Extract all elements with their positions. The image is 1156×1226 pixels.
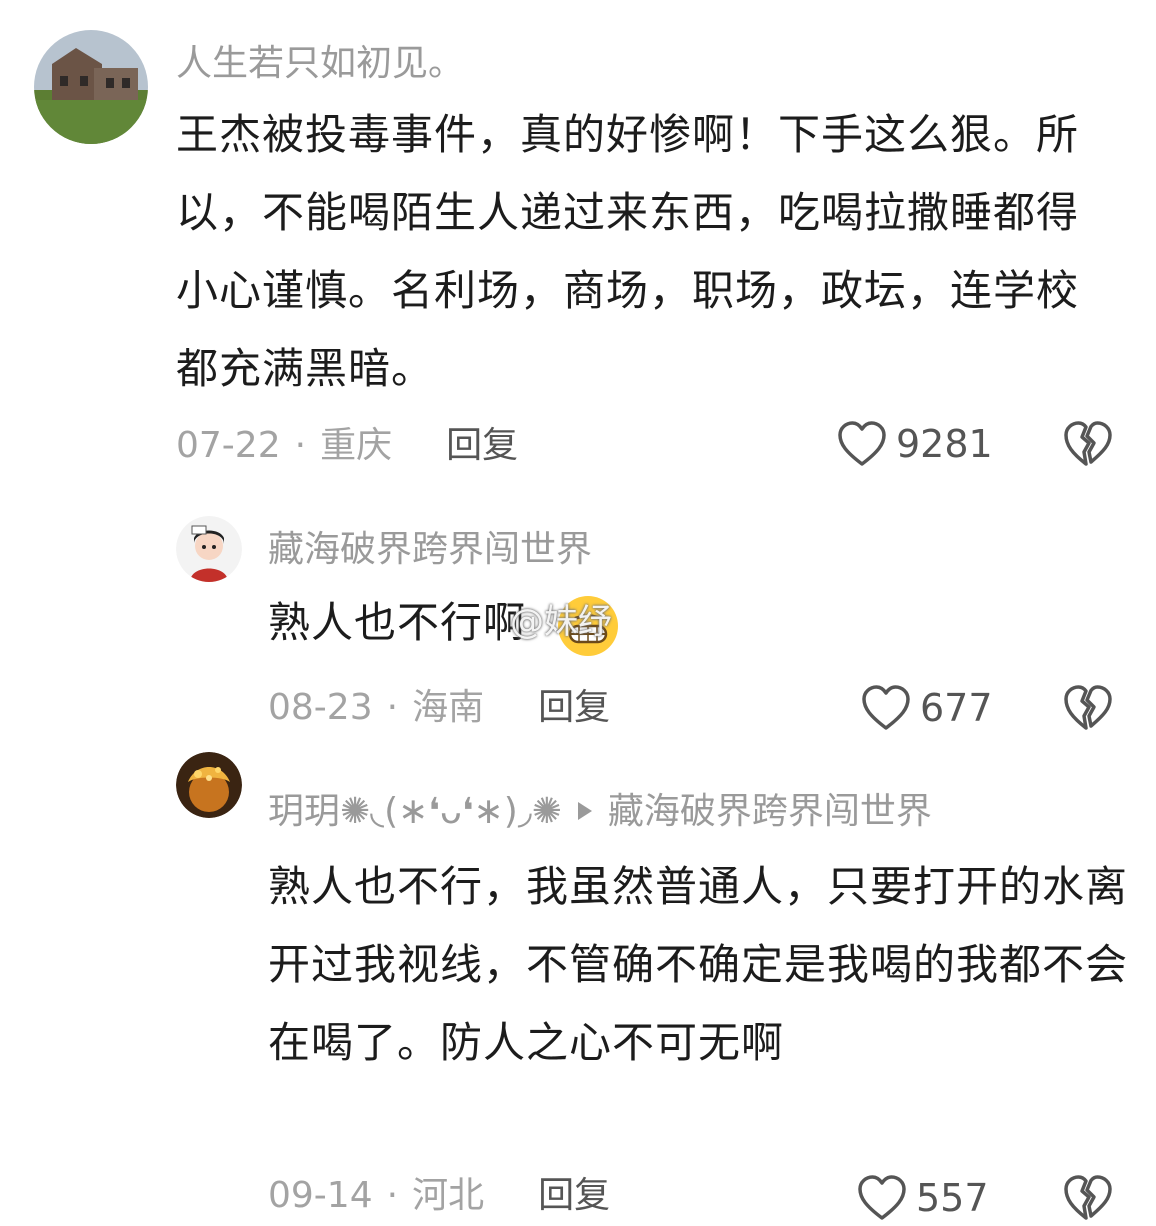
like-button[interactable]: 9281 <box>836 420 993 468</box>
comment-date: 09-14 <box>268 1175 373 1216</box>
username-line: 玥玥✺◟(∗❛ᴗ❛∗)◞✺ 藏海破界跨界闯世界 <box>268 790 932 834</box>
username[interactable]: 人生若只如初见。 <box>176 42 464 86</box>
broken-heart-icon <box>1064 421 1112 466</box>
watermark: @妹纾 <box>510 602 612 642</box>
triangle-right-icon <box>577 802 592 820</box>
like-count: 677 <box>920 686 993 730</box>
avatar[interactable] <box>176 752 242 818</box>
separator: · <box>386 687 399 728</box>
comment-location: 河北 <box>412 1175 485 1216</box>
separator: · <box>294 425 307 466</box>
comment-text: 熟人也不行，我虽然普通人，只要打开的水离开过我视线，不管确不确定是我喝的我都不会… <box>268 862 1129 1067</box>
comment-meta: 08-23 · 海南 回复 <box>268 686 610 730</box>
heart-outline-icon <box>858 1175 906 1220</box>
username[interactable]: 玥玥✺◟(∗❛ᴗ❛∗)◞✺ <box>268 791 562 832</box>
dislike-button[interactable] <box>1062 420 1114 472</box>
comment-location: 重庆 <box>320 425 393 466</box>
like-button[interactable]: 557 <box>856 1174 989 1222</box>
dislike-button[interactable] <box>1062 1174 1114 1226</box>
like-count: 9281 <box>896 422 993 466</box>
separator: · <box>386 1175 399 1216</box>
heart-outline-icon <box>838 421 886 466</box>
broken-heart-icon <box>1064 1175 1112 1220</box>
comment-meta: 07-22 · 重庆 回复 <box>176 424 518 468</box>
dislike-button[interactable] <box>1062 684 1114 736</box>
comment-location: 海南 <box>412 687 485 728</box>
reply-button[interactable]: 回复 <box>538 1175 610 1216</box>
reply-button[interactable]: 回复 <box>446 425 518 466</box>
reply-button[interactable]: 回复 <box>538 687 610 728</box>
reply-to-username[interactable]: 藏海破界跨界闯世界 <box>608 791 932 832</box>
comment-text: 王杰被投毒事件，真的好惨啊！下手这么狠。所以，不能喝陌生人递过来东西，吃喝拉撒睡… <box>176 110 1080 393</box>
comment-text: 熟人也不行啊 <box>268 598 527 647</box>
broken-heart-icon <box>1064 685 1112 730</box>
comment-date: 08-23 <box>268 687 373 728</box>
username[interactable]: 藏海破界跨界闯世界 <box>268 528 592 572</box>
heart-outline-icon <box>862 685 910 730</box>
like-button[interactable]: 677 <box>860 684 993 732</box>
like-count: 557 <box>916 1176 989 1220</box>
avatar[interactable] <box>34 30 148 144</box>
avatar[interactable] <box>176 516 242 582</box>
comment-meta: 09-14 · 河北 回复 <box>268 1174 610 1218</box>
comment-date: 07-22 <box>176 425 281 466</box>
